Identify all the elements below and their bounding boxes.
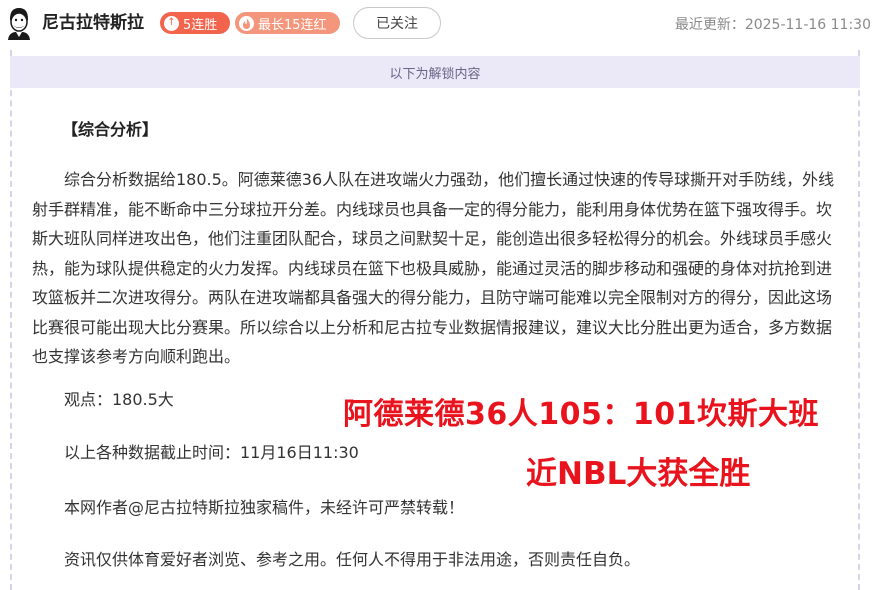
longest-streak-label: 最长15连红 — [258, 17, 327, 33]
author-name[interactable]: 尼古拉特斯拉 — [42, 12, 144, 34]
avatar[interactable] — [4, 6, 34, 40]
win-streak-badge: ↑ 5连胜 — [160, 12, 230, 34]
viewpoint-text: 观点：180.5大 — [64, 390, 174, 409]
promo-record-text: 近NBL大获全胜 — [526, 456, 751, 492]
disclaimer-text: 资讯仅供体育爱好者浏览、参考之用。任何人不得用于非法用途，否则责任自负。 — [64, 550, 641, 569]
promo-score-text: 阿德莱德36人105：101坎斯大班 — [343, 397, 819, 432]
unlock-banner: 以下为解锁内容 — [10, 56, 860, 88]
longest-streak-badge: 最长15连红 — [235, 12, 340, 34]
author-header: 尼古拉特斯拉 ↑ 5连胜 最长15连红 已关注 最近更新：2025-11-16 … — [0, 0, 875, 50]
data-cutoff-text: 以上各种数据截止时间：11月16日11:30 — [64, 443, 359, 462]
follow-button[interactable]: 已关注 — [353, 7, 441, 39]
copyright-notice: 本网作者@尼古拉特斯拉独家稿件，未经许可严禁转载！ — [64, 498, 465, 517]
flame-icon — [239, 15, 254, 31]
analysis-paragraph: 综合分析数据给180.5。阿德莱德36人队在进攻端火力强劲，他们擅长通过快速的传… — [32, 170, 835, 366]
last-updated: 最近更新：2025-11-16 11:30 — [674, 17, 871, 33]
section-title: 【综合分析】 — [62, 120, 159, 139]
arrow-up-icon: ↑ — [164, 15, 179, 31]
win-streak-label: 5连胜 — [183, 17, 218, 33]
